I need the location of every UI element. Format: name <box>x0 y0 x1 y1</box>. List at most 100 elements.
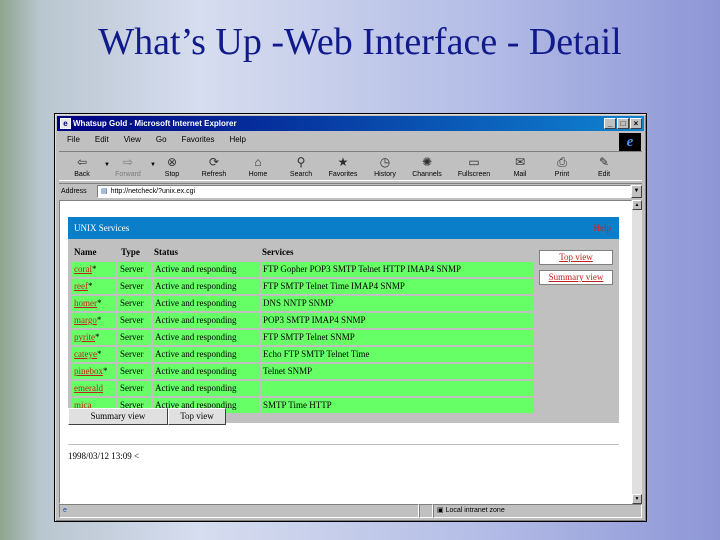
host-link[interactable]: pinebox <box>74 366 103 376</box>
cell-type: Server <box>118 364 151 379</box>
menu-edit[interactable]: Edit <box>87 133 116 147</box>
back-arrow-icon: ⇦ <box>76 155 88 169</box>
host-mark: * <box>92 264 97 274</box>
address-value: http://netcheck/?unix.ex.cgi <box>110 187 196 195</box>
edit-icon: ✎ <box>598 155 610 169</box>
menu-help[interactable]: Help <box>221 133 252 147</box>
window-titlebar[interactable]: e Whatsup Gold - Microsoft Internet Expl… <box>57 116 644 131</box>
address-bar: Address ▤ http://netcheck/?unix.ex.cgi ▼ <box>59 183 642 198</box>
cell-services: FTP Gopher POP3 SMTP Telnet HTTP IMAP4 S… <box>261 262 534 277</box>
status-cell-blank <box>419 504 433 518</box>
host-link[interactable]: reef <box>74 281 88 291</box>
top-view-link[interactable]: Top view <box>539 250 613 265</box>
scroll-down-icon[interactable]: ▼ <box>632 494 642 504</box>
host-mark: * <box>96 349 102 359</box>
status-text: Active and responding <box>155 332 237 342</box>
status-bar: e ▣ Local intranet zone <box>59 504 642 518</box>
address-dropdown-button[interactable]: ▼ <box>631 184 642 198</box>
cell-name: pyrite* <box>72 330 116 345</box>
scroll-up-icon[interactable]: ▲ <box>632 200 642 210</box>
refresh-icon: ⟳ <box>208 155 220 169</box>
vertical-scrollbar[interactable]: ▲ ▼ <box>632 200 642 504</box>
cell-services: FTP SMTP Telnet SNMP <box>261 330 534 345</box>
host-link[interactable]: cateye <box>74 349 97 359</box>
column-name: Name <box>74 247 97 257</box>
address-label: Address <box>61 187 87 195</box>
toolbar-label: Favorites <box>328 171 358 178</box>
host-link[interactable]: coral <box>74 264 92 274</box>
table-row: margo* Server Active and responding POP3 SM… <box>72 313 534 328</box>
host-link[interactable]: emerald <box>74 383 103 393</box>
host-mark: * <box>87 281 93 291</box>
close-button[interactable]: × <box>630 118 642 129</box>
cell-status: Active and responding <box>153 381 259 396</box>
toolbar-label: Fullscreen <box>457 171 491 178</box>
minimize-button[interactable]: _ <box>604 118 616 129</box>
type-text: Server <box>120 315 144 325</box>
toolbar-home-button[interactable]: ⌂ Home <box>235 152 281 180</box>
toolbar-history-button[interactable]: ◷ History <box>365 152 405 180</box>
slide-title: What’s Up -Web Interface - Detail <box>98 21 622 63</box>
cell-services: Echo FTP SMTP Telnet Time <box>261 347 534 362</box>
status-text: Active and responding <box>155 264 237 274</box>
cell-status: Active and responding <box>153 347 259 362</box>
menu-favorites[interactable]: Favorites <box>174 133 222 147</box>
host-link[interactable]: homer <box>74 298 97 308</box>
toolbar-channels-button[interactable]: ✺ Channels <box>405 152 449 180</box>
toolbar-stop-button[interactable]: ⊗ Stop <box>151 152 193 180</box>
toolbar-fullscreen-button[interactable]: ▭ Fullscreen <box>449 152 499 180</box>
help-link[interactable]: Help <box>594 217 612 239</box>
cell-name: reef* <box>72 279 116 294</box>
summary-view-link[interactable]: Summary view <box>539 270 613 285</box>
table-row: pinebox* Server Active and responding Telne… <box>72 364 534 379</box>
cell-name: coral* <box>72 262 116 277</box>
toolbar-refresh-button[interactable]: ⟳ Refresh <box>193 152 235 180</box>
menu-file[interactable]: File <box>59 133 87 147</box>
address-input[interactable]: ▤ http://netcheck/?unix.ex.cgi <box>97 184 631 198</box>
panel-title: UNIX Services <box>74 223 130 233</box>
page-icon: ▤ <box>101 187 108 195</box>
toolbar-label: Search <box>289 171 313 178</box>
services-text: Echo FTP SMTP Telnet Time <box>263 349 370 359</box>
toolbar-print-button[interactable]: ⎙ Print <box>541 152 583 180</box>
toolbar-forward-button[interactable]: ⇨ Forward ▼ <box>105 152 156 180</box>
zone-indicator: ▣ Local intranet zone <box>433 504 642 518</box>
host-mark: * <box>95 332 100 342</box>
table-row: pyrite* Server Active and responding FTP SM… <box>72 330 534 345</box>
toolbar-back-button[interactable]: ⇦ Back ▼ <box>59 152 110 180</box>
cell-name: cateye* <box>72 347 116 362</box>
status-message: e <box>59 504 419 518</box>
top-view-button[interactable]: Top view <box>168 408 226 425</box>
cell-type: Server <box>118 262 151 277</box>
intranet-zone-icon: ▣ <box>437 507 446 514</box>
unix-services-panel: UNIX Services Help Name Type Status Serv… <box>68 217 619 423</box>
services-text: FTP Gopher POP3 SMTP Telnet HTTP IMAP4 S… <box>263 264 461 274</box>
menu-view[interactable]: View <box>116 133 148 147</box>
toolbar-label: History <box>374 171 396 178</box>
toolbar-label: Refresh <box>201 171 227 178</box>
maximize-button[interactable]: □ <box>617 118 629 129</box>
column-type: Type <box>121 247 140 257</box>
toolbar-edit-button[interactable]: ✎ Edit <box>583 152 625 180</box>
toolbar-favorites-button[interactable]: ★ Favorites <box>321 152 365 180</box>
type-text: Server <box>120 332 144 342</box>
toolbar-search-button[interactable]: ⚲ Search <box>281 152 321 180</box>
ie-app-icon: e <box>60 118 71 129</box>
summary-view-button[interactable]: Summary view <box>68 408 168 425</box>
ie-status-icon: e <box>63 507 67 514</box>
cell-name: margo* <box>72 313 116 328</box>
menu-go[interactable]: Go <box>148 133 174 147</box>
status-text: Active and responding <box>155 298 237 308</box>
host-link[interactable]: margo <box>74 315 97 325</box>
cell-name: homer* <box>72 296 116 311</box>
status-text: Active and responding <box>155 315 237 325</box>
mail-icon: ✉ <box>514 155 526 169</box>
menu-bar: File Edit View Go Favorites Help <box>59 133 616 147</box>
favorites-icon: ★ <box>337 155 349 169</box>
table-row: cateye* Server Active and responding Echo F… <box>72 347 534 362</box>
table-row: coral* Server Active and responding FTP Gop… <box>72 262 534 277</box>
home-icon: ⌂ <box>254 155 262 169</box>
host-link[interactable]: pyrite <box>74 332 95 342</box>
toolbar-mail-button[interactable]: ✉ Mail <box>499 152 541 180</box>
panel-header: UNIX Services Help <box>68 217 619 239</box>
